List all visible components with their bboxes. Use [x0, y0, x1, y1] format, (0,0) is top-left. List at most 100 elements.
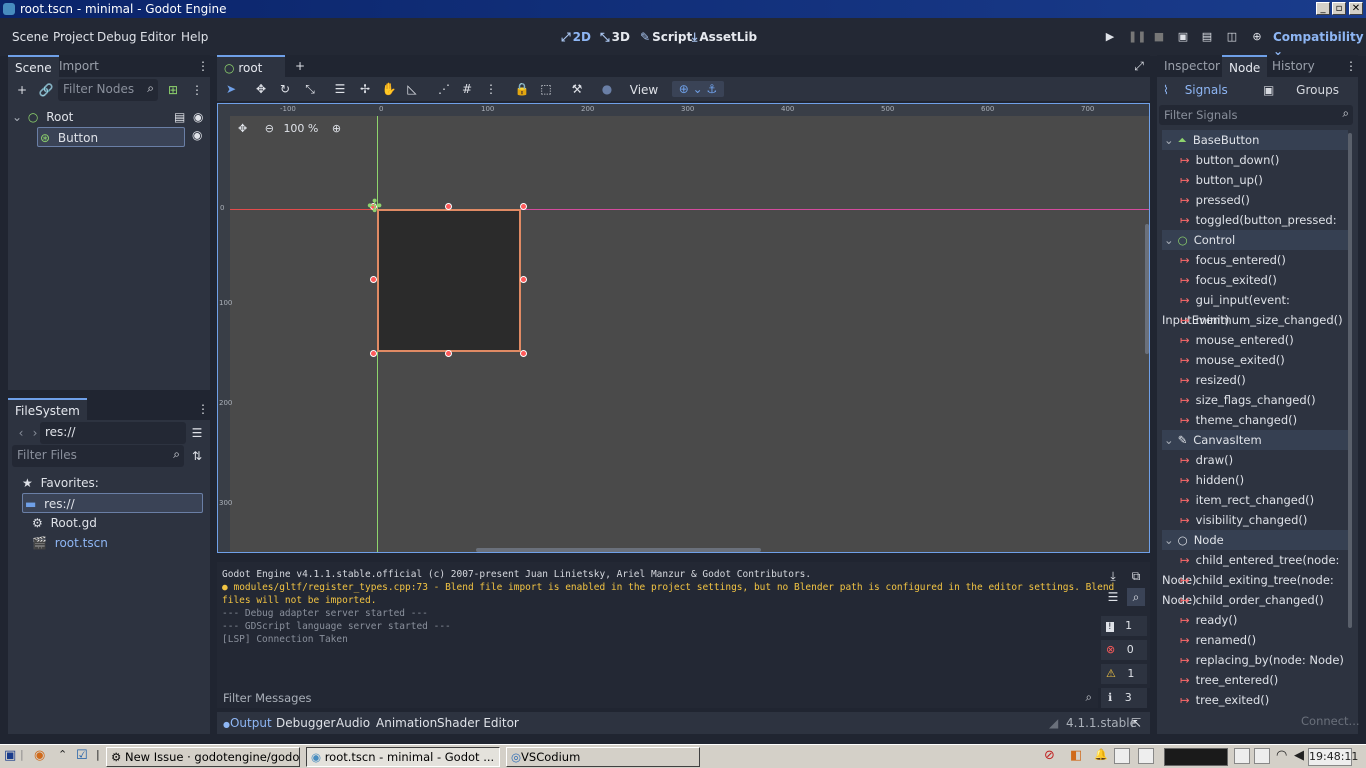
select-tool-icon[interactable]: ➤ — [222, 81, 240, 97]
file-item-root-tscn[interactable]: 🎬 root.tscn — [32, 533, 202, 553]
movie-maker-icon[interactable]: ◫ — [1225, 30, 1239, 44]
group-icon[interactable]: ⬚ — [537, 81, 555, 97]
tree-node-button[interactable]: ⊛ Button — [37, 127, 185, 147]
resize-handle[interactable] — [520, 203, 527, 210]
message-count-toggle[interactable]: ! 1 — [1101, 616, 1147, 636]
pause-icon[interactable]: ❚❚ — [1128, 30, 1146, 44]
anchor-presets-button[interactable]: ⊕ ⌄ ⚓ — [672, 81, 724, 97]
renderer-selector[interactable]: Compatibility ⌄ — [1273, 30, 1366, 58]
signal-item[interactable]: ↦ child_order_changed() — [1162, 590, 1348, 610]
path-field[interactable]: res:// — [40, 422, 186, 444]
add-node-icon[interactable]: + — [13, 81, 31, 99]
signal-category-canvasitem[interactable]: ⌄ ✎ CanvasItem — [1162, 430, 1348, 450]
smart-snap-icon[interactable]: ⋰ — [435, 81, 453, 97]
collapse-icon[interactable]: ☰ — [1104, 588, 1122, 606]
signal-item[interactable]: ↦ item_rect_changed() — [1162, 490, 1348, 510]
visibility-icon[interactable]: ◉ — [193, 107, 203, 127]
signal-item[interactable]: ↦ minimum_size_changed() — [1162, 310, 1348, 330]
tab-filesystem[interactable]: FileSystem — [8, 398, 87, 420]
firefox-icon[interactable]: ◉ — [34, 748, 45, 763]
signal-item[interactable]: ↦ size_flags_changed() — [1162, 390, 1348, 410]
tab-debugger[interactable]: Debugger — [276, 716, 335, 730]
visibility-icon[interactable]: ◉ — [192, 128, 202, 142]
instance-scene-icon[interactable]: ⊞ — [164, 81, 182, 99]
resize-handle[interactable] — [370, 350, 377, 357]
minimize-button[interactable]: _ — [1316, 2, 1330, 15]
script-icon[interactable]: ▤ — [174, 107, 185, 127]
signal-category-control[interactable]: ⌄ ○ Control — [1162, 230, 1348, 250]
signal-item[interactable]: ↦ resized() — [1162, 370, 1348, 390]
lock-icon[interactable]: 🔒 — [513, 81, 531, 97]
file-item-root-gd[interactable]: ⚙ Root.gd — [32, 513, 202, 533]
expand-panel-icon[interactable]: ⇱ — [1131, 716, 1141, 730]
signal-item[interactable]: ↦ replacing_by(node: Node) — [1162, 650, 1348, 670]
filter-signals-input[interactable]: Filter Signals ⌕ — [1159, 105, 1353, 125]
play-scene-icon[interactable]: ▣ — [1176, 30, 1190, 44]
zoom-level[interactable]: 100 % — [283, 122, 318, 135]
resize-handle[interactable] — [445, 203, 452, 210]
workspace-indicator[interactable] — [1138, 748, 1154, 764]
menu-editor[interactable]: Editor — [140, 30, 176, 44]
workspace-indicator[interactable] — [1254, 748, 1270, 764]
anchor-icon[interactable]: ✣ — [367, 198, 382, 216]
tab-inspector[interactable]: Inspector — [1157, 55, 1227, 77]
signals-subtab[interactable]: ⌇ Signals — [1163, 83, 1261, 101]
signal-item[interactable]: ↦ mouse_entered() — [1162, 330, 1348, 350]
horizontal-scrollbar[interactable] — [476, 548, 761, 552]
workspace-script-button[interactable]: ✎ Script — [640, 30, 692, 44]
tree-node-root[interactable]: ⌄ ○ Root ▤ ◉ — [12, 107, 206, 127]
favorites-row[interactable]: ★ Favorites: — [22, 473, 202, 493]
package-icon[interactable]: ◧ — [1070, 748, 1082, 763]
signal-item[interactable]: ↦ draw() — [1162, 450, 1348, 470]
tab-audio[interactable]: Audio — [336, 716, 370, 730]
filter-messages-input[interactable]: Filter Messages ⌕ — [217, 688, 1098, 708]
task-godot[interactable]: ◉ root.tscn - minimal - Godot ... — [306, 747, 500, 767]
tab-import[interactable]: Import — [52, 55, 106, 77]
wifi-icon[interactable]: ◠ — [1276, 748, 1287, 763]
chevron-up-icon[interactable]: ⌃ — [58, 748, 67, 761]
menu-scene[interactable]: Scene — [12, 30, 49, 44]
menu-help[interactable]: Help — [181, 30, 208, 44]
menu-project[interactable]: Project — [53, 30, 94, 44]
tab-shader-editor[interactable]: Shader Editor — [437, 716, 519, 730]
signal-category-basebutton[interactable]: ⌄ ⏶ BaseButton — [1162, 130, 1348, 150]
menu-dots-icon[interactable]: ⋮ — [194, 57, 212, 75]
signals-scrollbar[interactable] — [1348, 133, 1352, 628]
pivot-tool-icon[interactable]: ✢ — [356, 81, 374, 97]
signal-item[interactable]: ↦ visibility_changed() — [1162, 510, 1348, 530]
workspace-2d-button[interactable]: ⤢ 2D — [561, 30, 591, 45]
bone-icon[interactable]: ⚒ — [568, 81, 586, 97]
start-menu-icon[interactable]: ▣ — [4, 748, 16, 763]
resize-handle[interactable] — [520, 276, 527, 283]
menu-dots-icon[interactable]: ⋮ — [194, 400, 212, 418]
menu-dots-icon[interactable]: ⋮ — [188, 81, 206, 99]
task-vscodium[interactable]: ◎VSCodium — [506, 747, 700, 767]
filter-nodes-input[interactable]: Filter Nodes ⌕ — [58, 79, 158, 101]
add-tab-icon[interactable]: + — [291, 57, 309, 75]
resize-handle[interactable] — [370, 276, 377, 283]
tab-scene[interactable]: Scene — [8, 55, 59, 77]
tab-animation[interactable]: Animation — [376, 716, 437, 730]
search-icon[interactable]: ⌕ — [1127, 588, 1145, 606]
file-item-res-root[interactable]: ▬ res:// — [22, 493, 203, 513]
workspace-indicator[interactable] — [1234, 748, 1250, 764]
button-node-preview[interactable] — [377, 209, 521, 352]
resize-handle[interactable] — [445, 350, 452, 357]
signal-item[interactable]: ↦ button_down() — [1162, 150, 1348, 170]
split-mode-icon[interactable]: ☰ — [188, 424, 206, 442]
connect-button[interactable]: Connect... — [1301, 714, 1360, 728]
task-browser[interactable]: ⚙ New Issue · godotengine/godot ... — [106, 747, 300, 767]
zoom-in-icon[interactable]: ⊕ — [332, 122, 341, 135]
distraction-free-icon[interactable]: ⤢ — [1130, 57, 1148, 75]
signal-item[interactable]: ↦ focus_exited() — [1162, 270, 1348, 290]
signal-category-node[interactable]: ⌄ ○ Node — [1162, 530, 1348, 550]
maximize-button[interactable]: ▫ — [1332, 2, 1346, 15]
volume-icon[interactable]: ◀ — [1294, 748, 1304, 763]
move-tool-icon[interactable]: ✥ — [252, 81, 270, 97]
center-view-icon[interactable]: ✥ — [238, 122, 247, 135]
zoom-out-icon[interactable]: ⊖ — [265, 122, 274, 135]
grid-snap-icon[interactable]: # — [458, 81, 476, 97]
workspace-assetlib-button[interactable]: ⤓ AssetLib — [692, 30, 757, 45]
signal-item[interactable]: ↦ child_entered_tree(node: Node) — [1162, 550, 1348, 587]
camera-override-icon[interactable]: ● — [598, 81, 616, 97]
